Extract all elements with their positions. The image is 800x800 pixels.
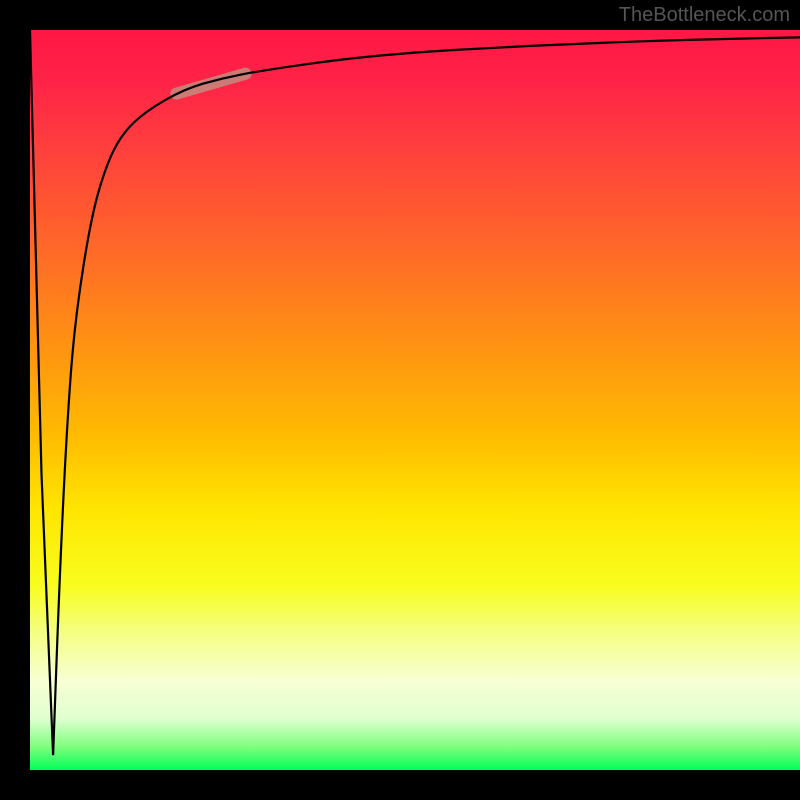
bottleneck-curve: [30, 30, 800, 755]
watermark-label: TheBottleneck.com: [619, 4, 790, 27]
chart-svg: [30, 30, 800, 770]
chart-plot-area: [30, 30, 800, 770]
highlight-segment: [176, 74, 245, 94]
